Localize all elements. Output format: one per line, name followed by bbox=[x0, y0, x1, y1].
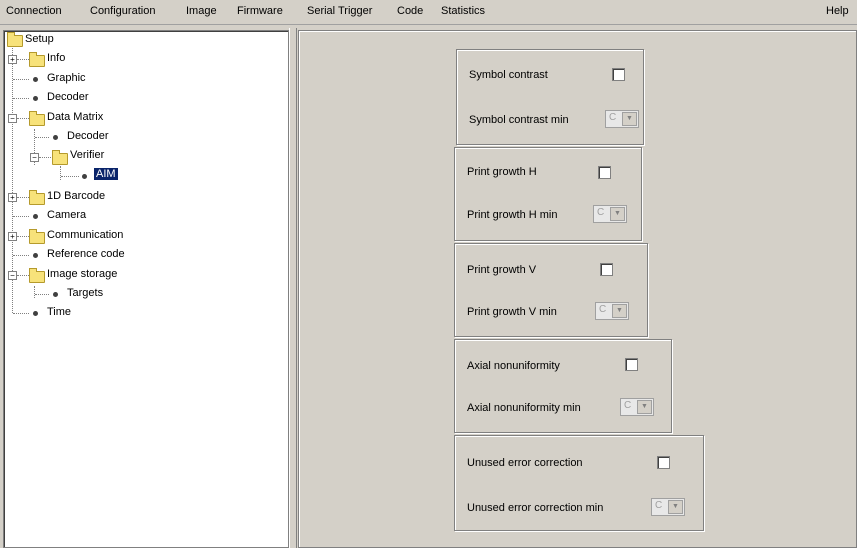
chevron-down-icon[interactable]: ▼ bbox=[622, 112, 637, 126]
print-growth-v-checkbox[interactable] bbox=[600, 263, 613, 276]
menu-connection[interactable]: Connection bbox=[6, 5, 62, 17]
print-growth-v-group: Print growth V Print growth V min C ▼ bbox=[454, 243, 648, 337]
print-growth-h-group: Print growth H Print growth H min C ▼ bbox=[454, 147, 642, 241]
unused-error-correction-min-select[interactable]: C ▼ bbox=[651, 498, 685, 516]
tree-connector bbox=[13, 98, 29, 99]
tree-node-image-storage[interactable]: Image storage bbox=[47, 268, 117, 280]
tree-connector bbox=[35, 294, 49, 295]
print-growth-h-label: Print growth H bbox=[467, 166, 537, 178]
menu-configuration[interactable]: Configuration bbox=[90, 5, 155, 17]
folder-icon bbox=[52, 150, 68, 165]
axial-nonuniformity-min-label: Axial nonuniformity min bbox=[467, 402, 581, 414]
settings-panel: Symbol contrast Symbol contrast min C ▼ … bbox=[298, 30, 857, 548]
tree-node-time[interactable]: Time bbox=[47, 306, 71, 318]
setup-tree[interactable]: Setup + Info Graphic Decoder − Data Matr… bbox=[3, 30, 289, 548]
select-value: C bbox=[599, 304, 607, 315]
tree-connector bbox=[13, 79, 29, 80]
menu-firmware[interactable]: Firmware bbox=[237, 5, 283, 17]
symbol-contrast-checkbox[interactable] bbox=[612, 68, 625, 81]
bullet-icon bbox=[33, 96, 38, 101]
unused-error-correction-label: Unused error correction bbox=[467, 457, 583, 469]
collapse-icon[interactable]: − bbox=[30, 153, 39, 162]
tree-node-communication[interactable]: Communication bbox=[47, 229, 123, 241]
bullet-icon bbox=[53, 292, 58, 297]
tree-node-reference-code[interactable]: Reference code bbox=[47, 248, 125, 260]
symbol-contrast-label: Symbol contrast bbox=[469, 69, 548, 81]
menu-serial-trigger[interactable]: Serial Trigger bbox=[307, 5, 372, 17]
chevron-down-icon[interactable]: ▼ bbox=[610, 207, 625, 221]
tree-node-dm-decoder[interactable]: Decoder bbox=[67, 130, 109, 142]
splitter-handle[interactable] bbox=[289, 28, 297, 548]
bullet-icon bbox=[33, 311, 38, 316]
tree-node-info[interactable]: Info bbox=[47, 52, 65, 64]
tree-node-camera[interactable]: Camera bbox=[47, 209, 86, 221]
tree-connector bbox=[34, 286, 35, 298]
menu-statistics[interactable]: Statistics bbox=[441, 5, 485, 17]
symbol-contrast-min-select[interactable]: C ▼ bbox=[605, 110, 639, 128]
expand-icon[interactable]: + bbox=[8, 232, 17, 241]
tree-connector bbox=[60, 166, 61, 180]
bullet-icon bbox=[53, 135, 58, 140]
print-growth-h-min-label: Print growth H min bbox=[467, 209, 558, 221]
unused-error-correction-checkbox[interactable] bbox=[657, 456, 670, 469]
bullet-icon bbox=[33, 214, 38, 219]
folder-icon bbox=[29, 190, 45, 205]
axial-nonuniformity-checkbox[interactable] bbox=[625, 358, 638, 371]
tree-node-graphic[interactable]: Graphic bbox=[47, 72, 86, 84]
select-value: C bbox=[609, 112, 617, 123]
unused-error-correction-min-label: Unused error correction min bbox=[467, 502, 604, 514]
tree-connector bbox=[17, 236, 29, 237]
menu-code[interactable]: Code bbox=[397, 5, 423, 17]
tree-connector bbox=[35, 137, 49, 138]
tree-connector bbox=[39, 157, 51, 158]
print-growth-v-label: Print growth V bbox=[467, 264, 537, 276]
bullet-icon bbox=[33, 253, 38, 258]
unused-error-correction-group: Unused error correction Unused error cor… bbox=[454, 435, 704, 531]
axial-nonuniformity-label: Axial nonuniformity bbox=[467, 360, 560, 372]
tree-node-setup[interactable]: Setup bbox=[25, 33, 54, 45]
tree-node-data-matrix[interactable]: Data Matrix bbox=[47, 111, 103, 123]
menu-help[interactable]: Help bbox=[826, 5, 849, 17]
tree-connector bbox=[17, 59, 29, 60]
axial-nonuniformity-min-select[interactable]: C ▼ bbox=[620, 398, 654, 416]
collapse-icon[interactable]: − bbox=[8, 271, 17, 280]
folder-icon bbox=[29, 229, 45, 244]
folder-icon bbox=[29, 52, 45, 67]
tree-connector bbox=[61, 176, 79, 177]
tree-connector bbox=[17, 197, 29, 198]
print-growth-v-min-label: Print growth V min bbox=[467, 306, 557, 318]
tree-connector bbox=[13, 313, 29, 314]
tree-node-aim[interactable]: AIM bbox=[94, 168, 118, 180]
select-value: C bbox=[597, 207, 605, 218]
bullet-icon bbox=[82, 174, 87, 179]
expand-icon[interactable]: + bbox=[8, 55, 17, 64]
tree-node-verifier[interactable]: Verifier bbox=[70, 149, 104, 161]
chevron-down-icon[interactable]: ▼ bbox=[612, 304, 627, 318]
tree-node-decoder[interactable]: Decoder bbox=[47, 91, 89, 103]
symbol-contrast-min-label: Symbol contrast min bbox=[469, 114, 569, 126]
chevron-down-icon[interactable]: ▼ bbox=[637, 400, 652, 414]
symbol-contrast-group: Symbol contrast Symbol contrast min C ▼ bbox=[456, 49, 644, 145]
select-value: C bbox=[655, 500, 663, 511]
menu-image[interactable]: Image bbox=[186, 5, 217, 17]
print-growth-h-checkbox[interactable] bbox=[598, 166, 611, 179]
select-value: C bbox=[624, 400, 632, 411]
axial-nonuniformity-group: Axial nonuniformity Axial nonuniformity … bbox=[454, 339, 672, 433]
print-growth-v-min-select[interactable]: C ▼ bbox=[595, 302, 629, 320]
collapse-icon[interactable]: − bbox=[8, 114, 17, 123]
tree-node-1d-barcode[interactable]: 1D Barcode bbox=[47, 190, 105, 202]
tree-connector bbox=[17, 118, 29, 119]
tree-connector bbox=[13, 255, 29, 256]
bullet-icon bbox=[33, 77, 38, 82]
tree-connector bbox=[17, 275, 29, 276]
menu-bar: Connection Configuration Image Firmware … bbox=[0, 0, 857, 25]
tree-node-targets[interactable]: Targets bbox=[67, 287, 103, 299]
folder-icon bbox=[29, 111, 45, 126]
print-growth-h-min-select[interactable]: C ▼ bbox=[593, 205, 627, 223]
folder-icon bbox=[7, 32, 23, 47]
expand-icon[interactable]: + bbox=[8, 193, 17, 202]
chevron-down-icon[interactable]: ▼ bbox=[668, 500, 683, 514]
folder-icon bbox=[29, 268, 45, 283]
tree-connector bbox=[13, 216, 29, 217]
